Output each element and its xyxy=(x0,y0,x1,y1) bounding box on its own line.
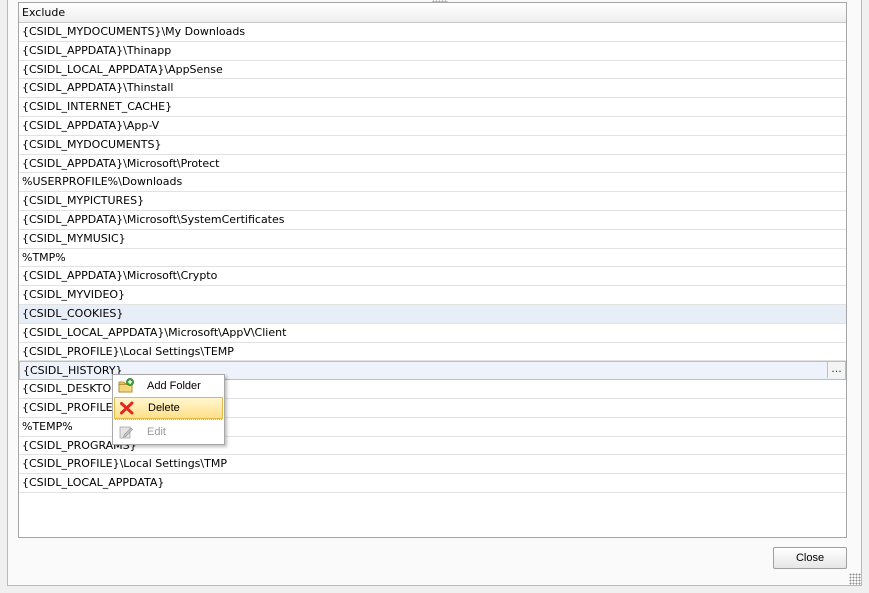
cell-exclude-path: %TMP% xyxy=(22,250,66,264)
menu-item-edit-label: Edit xyxy=(147,426,166,438)
cell-exclude-path: {CSIDL_APPDATA}\Thinstall xyxy=(22,81,174,95)
cell-exclude-path: {CSIDL_PROFILE}\Local Settings\TEMP xyxy=(22,344,234,358)
add-folder-icon xyxy=(118,378,134,394)
menu-item-delete[interactable]: Delete xyxy=(114,397,223,419)
resize-grip[interactable] xyxy=(849,573,861,585)
table-row[interactable]: {CSIDL_MYPICTURES} xyxy=(19,192,846,211)
cell-exclude-path: %TEMP% xyxy=(22,419,73,433)
delete-icon xyxy=(119,400,135,416)
table-row[interactable]: {CSIDL_APPDATA}\Microsoft\Crypto xyxy=(19,267,846,287)
cell-exclude-path: {CSIDL_APPDATA}\Microsoft\SystemCertific… xyxy=(22,212,285,226)
cell-exclude-path: {CSIDL_APPDATA}\Microsoft\Crypto xyxy=(22,269,218,283)
cell-exclude-path: {CSIDL_APPDATA}\Microsoft\Protect xyxy=(22,156,220,170)
cell-exclude-path: {CSIDL_APPDATA}\App-V xyxy=(22,118,160,132)
menu-item-edit[interactable]: Edit xyxy=(113,421,224,443)
cell-exclude-path: {CSIDL_MYDOCUMENTS} xyxy=(22,137,162,151)
cell-exclude-path: {CSIDL_PROFILE}\ xyxy=(22,400,124,414)
table-row[interactable]: {CSIDL_APPDATA}\Thinstall xyxy=(19,79,846,99)
column-header-exclude[interactable]: Exclude xyxy=(19,3,846,23)
cell-exclude-path: {CSIDL_MYDOCUMENTS}\My Downloads xyxy=(22,25,246,38)
table-row[interactable]: %TMP% xyxy=(19,249,846,268)
table-row[interactable]: {CSIDL_PROFILE}\Local Settings\TEMP xyxy=(19,343,846,362)
cell-exclude-path: {CSIDL_MYVIDEO} xyxy=(22,288,126,302)
table-row[interactable]: {CSIDL_LOCAL_APPDATA}\AppSense xyxy=(19,61,846,80)
close-button[interactable]: Close xyxy=(773,547,847,569)
cell-exclude-path: {CSIDL_PROFILE}\Local Settings\TMP xyxy=(22,457,227,471)
context-menu: Add Folder Delete Edit xyxy=(112,374,225,445)
table-row[interactable]: {CSIDL_MYVIDEO} xyxy=(19,286,846,305)
menu-item-add-folder-label: Add Folder xyxy=(147,380,201,392)
cell-exclude-path: {CSIDL_HISTORY} xyxy=(23,364,123,378)
table-row[interactable]: {CSIDL_APPDATA}\App-V xyxy=(19,117,846,136)
menu-item-add-folder[interactable]: Add Folder xyxy=(113,375,224,397)
cell-exclude-path: {CSIDL_MYMUSIC} xyxy=(22,231,126,245)
table-row[interactable]: {CSIDL_PROFILE}\Local Settings\TMP xyxy=(19,455,846,475)
cell-exclude-path: {CSIDL_LOCAL_APPDATA} xyxy=(22,476,165,490)
cell-exclude-path: {CSIDL_APPDATA}\Thinapp xyxy=(22,43,172,57)
table-row[interactable]: {CSIDL_MYDOCUMENTS} xyxy=(19,136,846,155)
edit-icon xyxy=(118,424,134,440)
table-row[interactable]: {CSIDL_MYDOCUMENTS}\My Downloads xyxy=(19,23,846,42)
table-row[interactable]: {CSIDL_APPDATA}\Microsoft\SystemCertific… xyxy=(19,211,846,230)
cell-exclude-path: {CSIDL_MYPICTURES} xyxy=(22,194,145,208)
cell-exclude-path: {CSIDL_LOCAL_APPDATA}\Microsoft\AppV\Cli… xyxy=(22,325,287,339)
cell-exclude-path: {CSIDL_DESKTOPD xyxy=(22,382,127,396)
cell-exclude-path: {CSIDL_INTERNET_CACHE} xyxy=(22,100,173,114)
cell-exclude-path: {CSIDL_COOKIES} xyxy=(22,306,124,320)
browse-ellipsis-button[interactable]: ... xyxy=(827,362,845,379)
table-row[interactable]: {CSIDL_COOKIES} xyxy=(19,304,846,324)
table-row[interactable]: {CSIDL_APPDATA}\Thinapp xyxy=(19,42,846,61)
exclude-grid: Exclude {CSIDL_MYDOCUMENTS}\My Downloads… xyxy=(18,2,847,538)
table-row[interactable]: {CSIDL_APPDATA}\Microsoft\Protect xyxy=(19,155,846,174)
table-row[interactable]: {CSIDL_LOCAL_APPDATA}\Microsoft\AppV\Cli… xyxy=(19,324,846,343)
menu-item-delete-label: Delete xyxy=(148,402,180,414)
cell-exclude-path: %USERPROFILE%\Downloads xyxy=(22,175,183,189)
table-row[interactable]: {CSIDL_LOCAL_APPDATA} xyxy=(19,474,846,493)
cell-exclude-path: {CSIDL_LOCAL_APPDATA}\AppSense xyxy=(22,62,223,76)
table-row[interactable]: {CSIDL_INTERNET_CACHE} xyxy=(19,98,846,117)
table-row[interactable]: {CSIDL_MYMUSIC} xyxy=(19,230,846,249)
table-row[interactable]: %USERPROFILE%\Downloads xyxy=(19,173,846,193)
